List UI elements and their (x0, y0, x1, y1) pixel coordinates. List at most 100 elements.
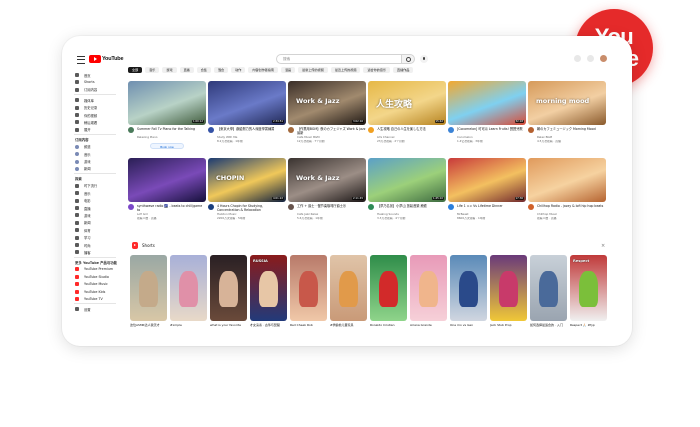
sidebar-item[interactable]: 音乐 (75, 151, 91, 157)
video-thumbnail[interactable]: 人生攻略 15:42 (368, 81, 446, 125)
search-input[interactable]: 搜索 (276, 54, 402, 64)
short-thumbnail[interactable] (490, 255, 527, 321)
short-thumbnail[interactable] (210, 255, 247, 321)
channel-avatar[interactable] (368, 204, 374, 210)
short-thumbnail[interactable] (330, 255, 367, 321)
video-title[interactable]: 【作業用BGM】夜のカフェジャズ Work & Jazz 最新 (297, 127, 366, 135)
short-thumbnail[interactable] (170, 255, 207, 321)
sidebar-item[interactable]: 首页 (75, 72, 91, 78)
sidebar-item[interactable]: YouTube Studio (75, 274, 109, 280)
video-thumbnail[interactable]: CHOPIN 4:01:22 (208, 158, 286, 202)
video-thumbnail[interactable]: 1:45:10 (368, 158, 446, 202)
short-thumbnail[interactable] (530, 255, 567, 321)
short-title[interactable]: #学龄前儿童玩具 (330, 323, 367, 327)
short-thumbnail[interactable] (290, 255, 327, 321)
short-title[interactable]: 才女演奏 · 古筝与琵琶 (250, 323, 287, 327)
video-thumbnail[interactable]: 17:36 (448, 158, 526, 202)
sidebar-item[interactable]: 音乐 (75, 190, 91, 196)
filter-chip[interactable]: 音乐 (145, 67, 160, 73)
channel-avatar[interactable] (128, 127, 134, 133)
video-title[interactable]: synthwave radio 🌌 - beats to chill/game … (137, 204, 206, 212)
short-title[interactable]: 这位ASMR达人我天才 (130, 323, 167, 327)
create-icon[interactable] (574, 55, 581, 62)
video-thumbnail[interactable]: 1:00:12 (128, 81, 206, 125)
channel-avatar[interactable] (528, 204, 534, 210)
search-button[interactable] (402, 54, 415, 64)
sidebar-item[interactable]: 你的视频 (75, 112, 97, 118)
short-title[interactable]: Ariana Grande (410, 323, 447, 327)
short-title[interactable]: Red Cheek Rob (290, 323, 327, 327)
video-thumbnail[interactable]: 32:18 (448, 81, 526, 125)
video-title[interactable]: 工作 + 爵士 · 慢节奏咖啡厅爵士乐 (297, 204, 366, 208)
sidebar-item[interactable]: 电影 (75, 198, 91, 204)
video-title[interactable]: 朝のカフェミュージック Morning Mood (537, 127, 606, 131)
channel-avatar[interactable] (288, 127, 294, 133)
video-title[interactable]: Chillhop Radio - jazzy & lofi hip hop be… (537, 204, 606, 208)
avatar[interactable] (600, 55, 607, 62)
short-title[interactable]: Jack Stub Prop (490, 323, 527, 327)
filter-chip[interactable]: 直播 (179, 67, 194, 73)
video-thumbnail[interactable] (128, 158, 206, 202)
sidebar-item[interactable]: 体育 (75, 227, 91, 233)
sidebar-item[interactable]: 播客 (75, 249, 91, 255)
channel-avatar[interactable] (208, 127, 214, 133)
short-title[interactable]: 如何选择最适合的 · 入门 (530, 323, 567, 327)
short-thumbnail[interactable]: RUSSIA (250, 255, 287, 321)
filter-chip[interactable]: 最近上传的视频 (330, 67, 361, 73)
sidebar-item[interactable]: YouTube TV (75, 296, 103, 302)
microphone-icon[interactable] (420, 55, 428, 63)
short-thumbnail[interactable] (410, 255, 447, 321)
video-title[interactable]: Life 1 ∞∞ Vs Lifetime Dinner (457, 204, 526, 208)
short-thumbnail[interactable]: Respect (570, 255, 607, 321)
filter-chip[interactable]: 全部 (128, 67, 143, 73)
filter-chip[interactable]: 合集 (196, 67, 211, 73)
video-thumbnail[interactable] (528, 158, 606, 202)
bell-icon[interactable] (587, 55, 594, 62)
sidebar-item[interactable]: 直播 (75, 205, 91, 211)
channel-avatar[interactable] (288, 204, 294, 210)
sidebar-item[interactable]: 学习 (75, 235, 91, 241)
short-thumbnail[interactable] (450, 255, 487, 321)
sidebar-item[interactable]: 新闻 (75, 166, 91, 172)
short-title[interactable]: One mo vs Gen (450, 323, 487, 327)
sidebar-item[interactable]: 历史记录 (75, 105, 97, 111)
sidebar-item[interactable]: 稍后观看 (75, 119, 97, 125)
filter-chip[interactable]: 混合 (213, 67, 229, 73)
sidebar-item[interactable]: 设置 (75, 306, 91, 312)
sidebar-item[interactable]: 游戏 (75, 212, 91, 218)
filter-chip[interactable]: 动作 (231, 67, 246, 73)
sidebar-item[interactable]: YouTube Premium (75, 266, 113, 272)
short-title[interactable]: #xmple (170, 323, 207, 327)
video-title[interactable]: [Cocomelon] 可可瓜 Learn Fruits! 寶寶兒歌 (457, 127, 526, 131)
menu-icon[interactable] (77, 56, 85, 64)
sidebar-item[interactable]: 时尚 (75, 242, 91, 248)
video-title[interactable]: Summer Fall Tv Piano for the Talking (137, 127, 206, 131)
sidebar-item[interactable]: YouTube Kids (75, 289, 105, 295)
sidebar-item[interactable]: YouTube Music (75, 281, 108, 287)
filter-chip[interactable]: 适合你的音乐 (363, 67, 391, 73)
video-title[interactable]: 【東京大學】獻給努力的人深度學習練習 (217, 127, 286, 131)
channel-name[interactable]: Relaxing Piano (137, 136, 206, 140)
close-icon[interactable]: × (601, 243, 605, 249)
sidebar-item[interactable]: 媒体库 (75, 97, 94, 103)
channel-avatar[interactable] (368, 127, 374, 133)
sidebar-item[interactable]: 游戏 (75, 159, 91, 165)
book-now-button[interactable]: Book now (150, 143, 184, 149)
short-title[interactable]: Respect 🙏🏻 #fyp (570, 323, 607, 327)
filter-chip[interactable]: 内容创作者指南 (248, 67, 278, 73)
short-title[interactable]: what is your favorite (210, 323, 247, 327)
channel-avatar[interactable] (448, 127, 454, 133)
filter-chip[interactable]: 漫画 (280, 67, 296, 73)
sidebar-item[interactable]: Shorts (75, 79, 95, 85)
channel-avatar[interactable] (448, 204, 454, 210)
short-title[interactable]: Ronaldo Cristian (370, 323, 407, 327)
video-title[interactable]: 人生攻略 自己の人生を楽しむ方法 (377, 127, 446, 131)
video-thumbnail[interactable]: morning mood (528, 81, 606, 125)
channel-avatar[interactable] (208, 204, 214, 210)
short-thumbnail[interactable] (130, 255, 167, 321)
youtube-logo[interactable]: YouTube (89, 54, 124, 63)
channel-avatar[interactable] (128, 204, 134, 210)
video-title[interactable]: 4 Hours Chopin for Studying, Concentrati… (217, 204, 286, 212)
video-thumbnail[interactable]: Work & Jazz 3:02:16 (288, 81, 366, 125)
sidebar-item[interactable]: 展开 (75, 127, 91, 133)
